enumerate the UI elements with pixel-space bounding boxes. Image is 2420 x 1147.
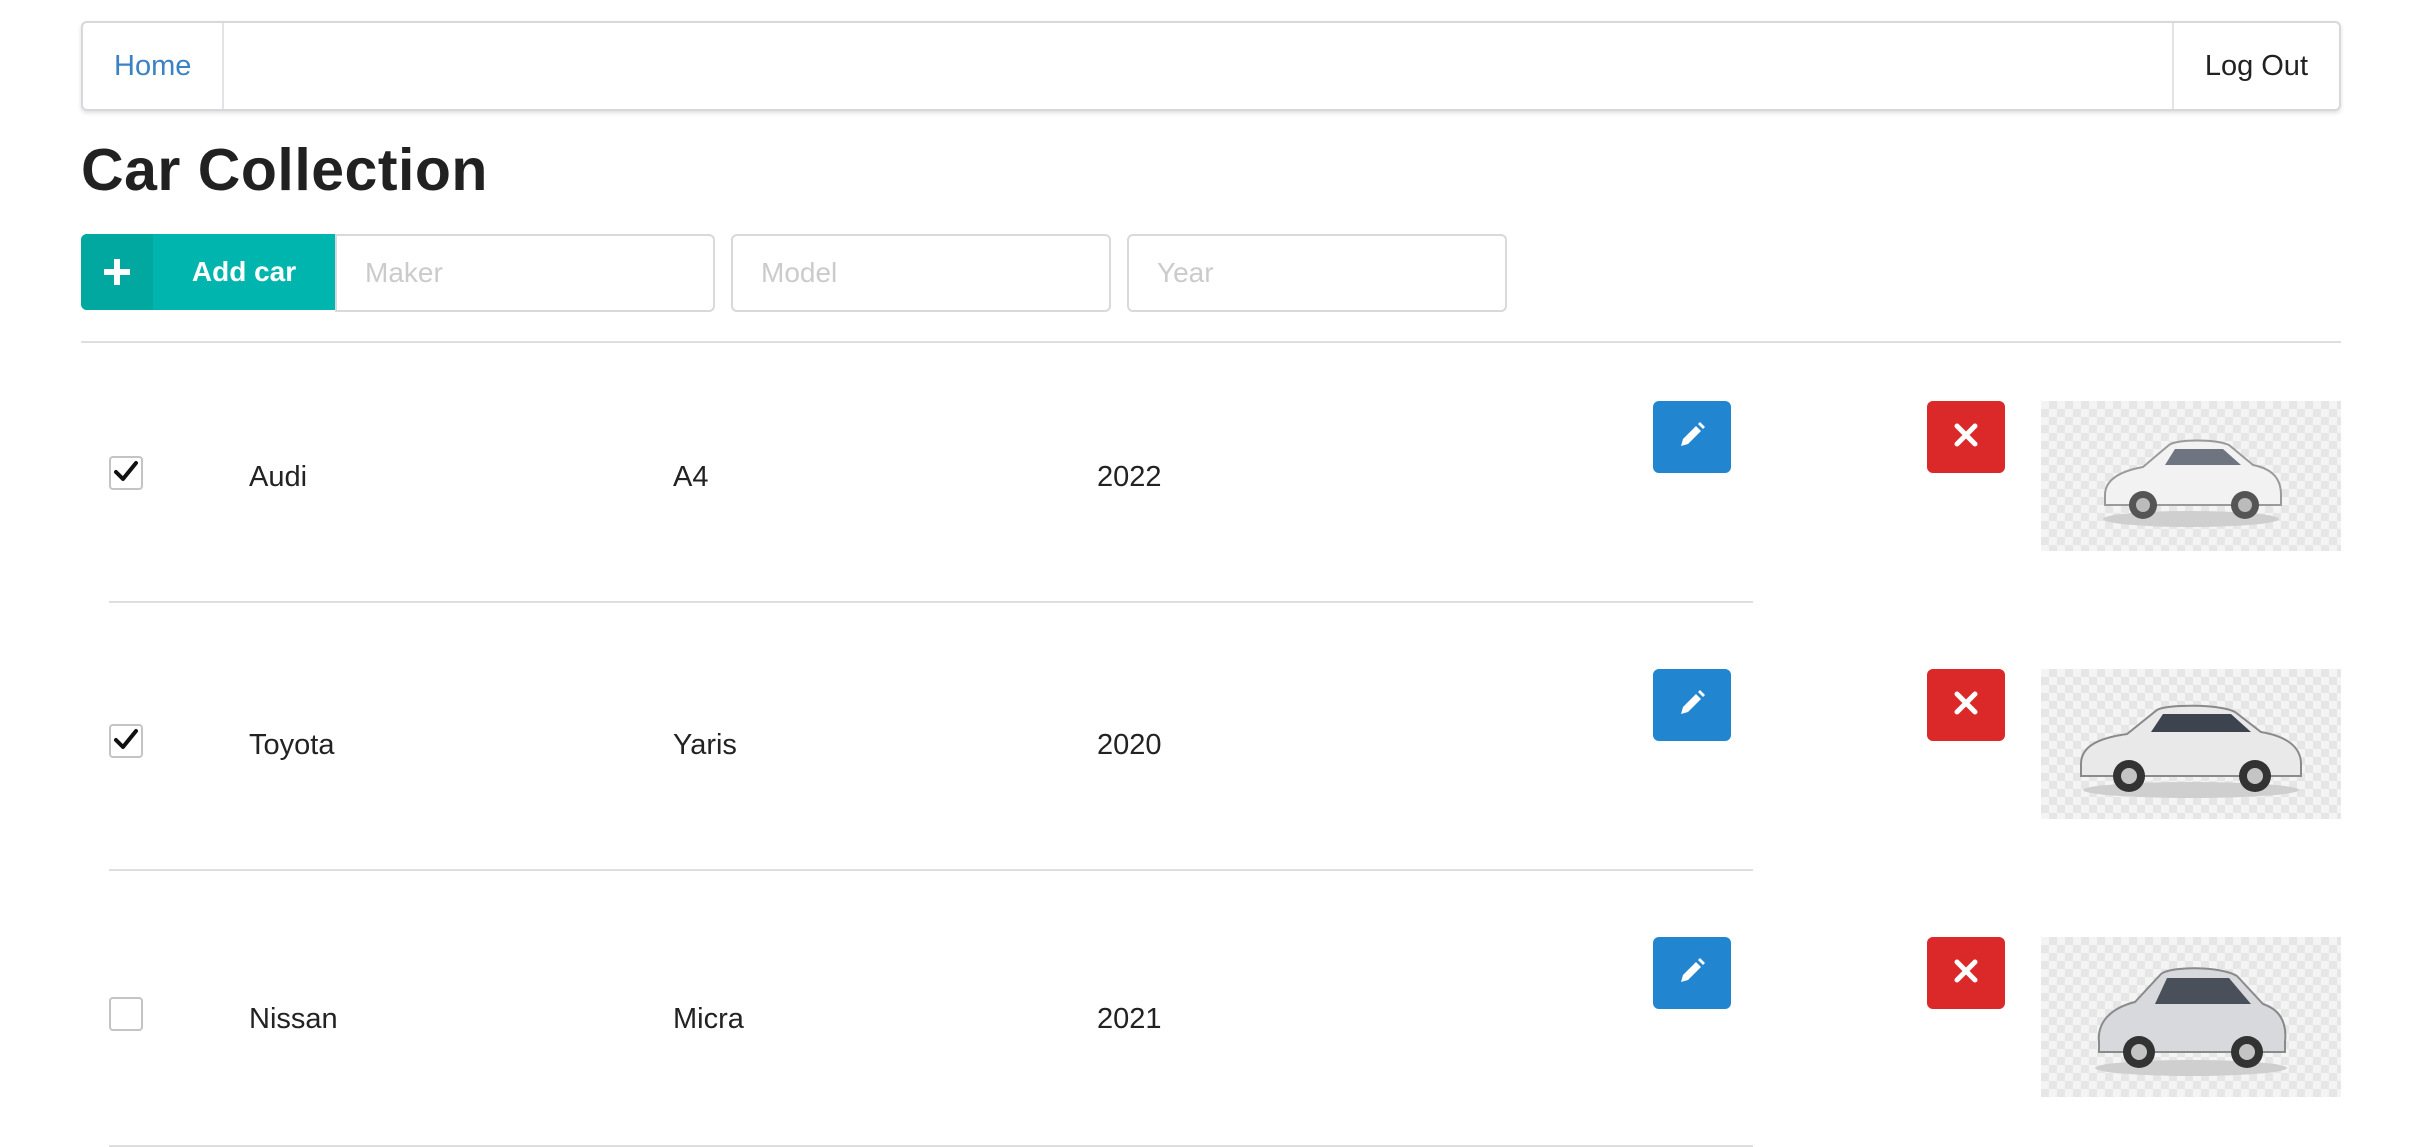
car-illustration — [2103, 439, 2282, 527]
add-car-form: Add car — [81, 234, 1507, 312]
car-model: Yaris — [673, 729, 737, 761]
car-illustration — [2080, 704, 2302, 798]
pencil-icon — [1677, 956, 1707, 991]
car-maker: Nissan — [249, 1003, 338, 1035]
car-row: Nissan Micra 2021 — [81, 937, 2341, 1147]
car-image — [2041, 669, 2341, 819]
checkmark-icon — [114, 458, 138, 488]
car-checkbox[interactable] — [109, 997, 143, 1031]
add-car-label: Add car — [191, 256, 297, 287]
add-car-button[interactable]: Add car — [81, 234, 335, 310]
row-divider — [109, 601, 1753, 603]
pencil-icon — [1677, 420, 1707, 455]
car-image — [2041, 401, 2341, 551]
car-maker: Toyota — [249, 729, 335, 761]
car-year: 2020 — [1097, 729, 1162, 761]
plus-icon — [81, 234, 153, 310]
close-icon — [1953, 422, 1979, 453]
car-row: Toyota Yaris 2020 — [81, 669, 2341, 871]
edit-button[interactable] — [1653, 401, 1731, 473]
year-input[interactable] — [1127, 234, 1507, 312]
top-menu: Home Log Out — [81, 21, 2341, 111]
maker-input[interactable] — [335, 234, 715, 312]
logout-button[interactable]: Log Out — [2171, 23, 2339, 109]
delete-button[interactable] — [1927, 937, 2005, 1009]
checkmark-icon — [114, 726, 138, 756]
car-illustration — [2095, 967, 2287, 1076]
car-row: Audi A4 2022 — [81, 401, 2341, 603]
edit-button[interactable] — [1653, 669, 1731, 741]
row-divider — [109, 869, 1753, 871]
page-title: Car Collection — [81, 137, 488, 203]
delete-button[interactable] — [1927, 669, 2005, 741]
car-maker: Audi — [249, 461, 308, 493]
form-divider — [81, 341, 2341, 343]
car-year: 2021 — [1097, 1003, 1162, 1035]
car-year: 2022 — [1097, 461, 1162, 493]
pencil-icon — [1677, 688, 1707, 723]
delete-button[interactable] — [1927, 401, 2005, 473]
car-checkbox[interactable] — [109, 456, 143, 490]
menu-spacer — [224, 23, 2171, 109]
app-container: Home Log Out Car Collection Add car Audi… — [81, 21, 2341, 1147]
close-icon — [1953, 690, 1979, 721]
model-input[interactable] — [731, 234, 1111, 312]
car-image — [2041, 937, 2341, 1097]
close-icon — [1953, 958, 1979, 989]
car-model: A4 — [673, 461, 709, 493]
car-model: Micra — [673, 1003, 744, 1035]
edit-button[interactable] — [1653, 937, 1731, 1009]
home-link[interactable]: Home — [83, 23, 225, 109]
car-checkbox[interactable] — [109, 724, 143, 758]
